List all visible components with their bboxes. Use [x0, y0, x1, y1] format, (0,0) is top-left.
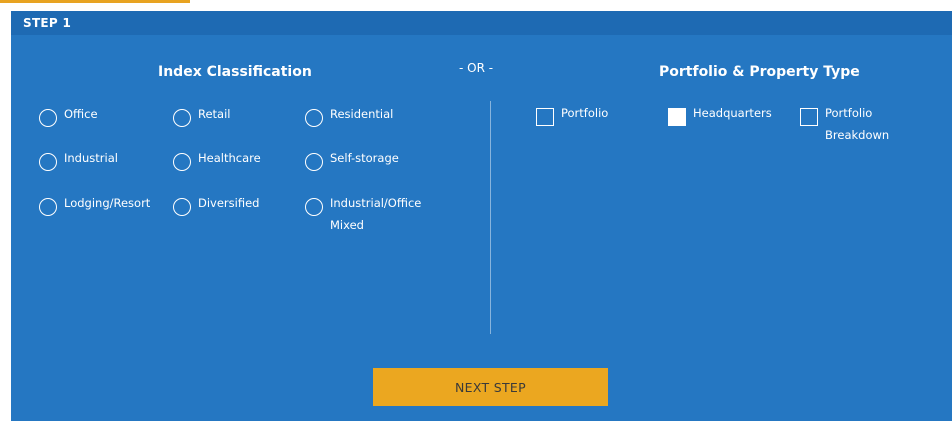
portfolio-property-title: Portfolio & Property Type: [659, 64, 860, 80]
radio-option-label: Diversified: [198, 196, 260, 210]
checkbox-icon[interactable]: [536, 108, 554, 126]
top-strip: [0, 0, 952, 11]
checkbox-icon[interactable]: [800, 108, 818, 126]
radio-option-label: Industrial: [64, 151, 118, 165]
radio-circle-icon[interactable]: [173, 198, 191, 216]
radio-circle-icon[interactable]: [39, 198, 57, 216]
step-label: STEP 1: [23, 16, 72, 30]
radio-circle-icon[interactable]: [305, 109, 323, 127]
or-separator: - OR -: [459, 61, 494, 75]
radio-option-label: Self-storage: [330, 151, 399, 165]
index-classification-title: Index Classification: [158, 64, 312, 80]
radio-circle-icon[interactable]: [305, 198, 323, 216]
checkbox-checked-icon[interactable]: [668, 108, 686, 126]
radio-circle-icon[interactable]: [173, 109, 191, 127]
radio-option-label: Office: [64, 107, 98, 121]
radio-option-label: Residential: [330, 107, 394, 121]
vertical-divider: [490, 101, 491, 334]
top-accent-bar: [0, 0, 190, 3]
checkbox-option-label: Headquarters: [693, 106, 772, 120]
checkbox-option-label: Portfolio Breakdown: [825, 106, 890, 142]
next-step-button[interactable]: NEXT STEP: [373, 368, 608, 406]
radio-option-label: Healthcare: [198, 151, 261, 165]
radio-circle-icon[interactable]: [39, 153, 57, 171]
step-panel: STEP 1 Index Classification Office Retai…: [11, 11, 952, 421]
radio-circle-icon[interactable]: [39, 109, 57, 127]
radio-option-label: Industrial/Office Mixed: [330, 196, 422, 232]
radio-circle-icon[interactable]: [173, 153, 191, 171]
radio-option-label: Lodging/Resort: [64, 196, 151, 210]
checkbox-option-label: Portfolio: [561, 106, 609, 120]
step-header: STEP 1: [11, 11, 952, 35]
radio-option-label: Retail: [198, 107, 231, 121]
radio-circle-icon[interactable]: [305, 153, 323, 171]
